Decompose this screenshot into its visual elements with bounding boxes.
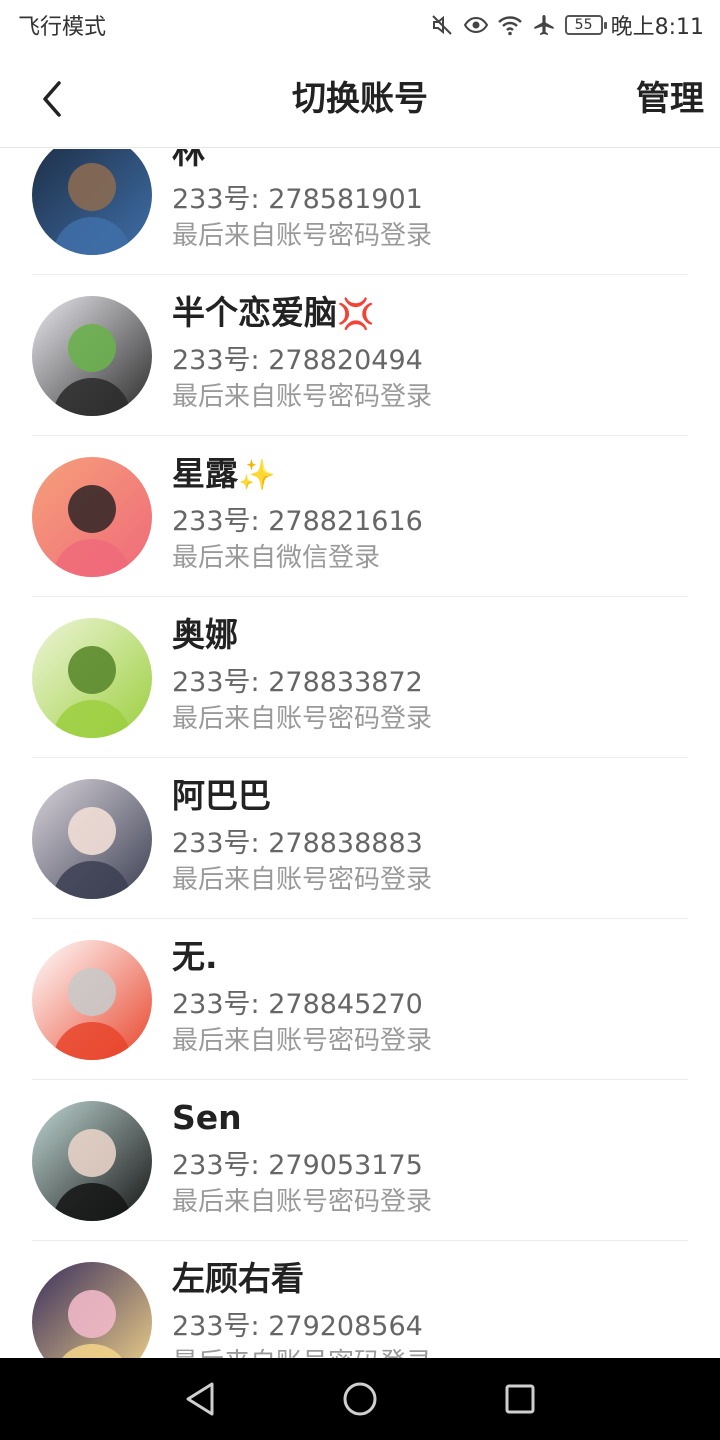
status-icons: 55 晚上8:11 <box>429 9 704 41</box>
account-id: 233号: 278821616 <box>172 506 423 537</box>
avatar <box>32 457 152 577</box>
account-name-text: 半个恋爱脑 <box>172 293 337 332</box>
account-item[interactable]: 阿巴巴 233号: 278838883 最后来自账号密码登录 <box>0 758 720 919</box>
nav-recents-button[interactable] <box>490 1369 550 1429</box>
account-id: 233号: 278581901 <box>172 184 423 215</box>
account-name: 林 <box>172 149 205 176</box>
account-name-emoji: 💢 <box>337 297 375 332</box>
mute-icon <box>429 12 455 38</box>
account-name-emoji: ✨ <box>238 458 276 493</box>
account-item[interactable]: 左顾右看 233号: 279208564 最后来自账号密码登录 <box>0 1241 720 1358</box>
login-source: 最后来自账号密码登录 <box>172 221 433 251</box>
login-source: 最后来自账号密码登录 <box>172 865 433 895</box>
account-item[interactable]: 星露✨ 233号: 278821616 最后来自微信登录 <box>0 436 720 597</box>
screen: 飞行模式 55 晚上8:11 切换账号 管理 林 233号: 278581901… <box>0 0 720 1440</box>
header: 切换账号 管理 <box>0 50 720 148</box>
status-time: 晚上8:11 <box>610 15 704 40</box>
account-name: Sen <box>172 1096 242 1142</box>
account-item[interactable]: 奥娜 233号: 278833872 最后来自账号密码登录 <box>0 597 720 758</box>
system-nav-bar <box>0 1358 720 1440</box>
account-id: 233号: 278833872 <box>172 667 423 698</box>
avatar <box>32 149 152 255</box>
login-source: 最后来自账号密码登录 <box>172 704 433 734</box>
recents-square-icon <box>505 1384 535 1414</box>
avatar <box>32 296 152 416</box>
login-source: 最后来自账号密码登录 <box>172 382 433 412</box>
manage-button[interactable]: 管理 <box>636 50 704 148</box>
nav-back-button[interactable] <box>170 1369 230 1429</box>
account-item[interactable]: 半个恋爱脑💢 233号: 278820494 最后来自账号密码登录 <box>0 275 720 436</box>
account-name-text: 无. <box>172 937 218 976</box>
account-id: 233号: 278838883 <box>172 828 423 859</box>
page-title: 切换账号 <box>292 79 428 119</box>
account-name-text: 左顾右看 <box>172 1259 304 1298</box>
avatar <box>32 1262 152 1358</box>
wifi-icon <box>497 12 523 38</box>
eye-icon <box>463 12 489 38</box>
account-name: 半个恋爱脑💢 <box>172 291 374 337</box>
account-item[interactable]: 无. 233号: 278845270 最后来自账号密码登录 <box>0 919 720 1080</box>
avatar <box>32 618 152 738</box>
account-list: 林 233号: 278581901 最后来自账号密码登录 半个恋爱脑💢 233号: 27… <box>0 149 720 1358</box>
avatar <box>32 940 152 1060</box>
airplane-icon <box>531 12 557 38</box>
home-circle-icon <box>343 1382 377 1416</box>
account-id: 233号: 278845270 <box>172 989 423 1020</box>
back-triangle-icon <box>186 1382 214 1416</box>
status-mode: 飞行模式 <box>18 15 107 40</box>
account-id: 233号: 279053175 <box>172 1150 423 1181</box>
account-name-text: 阿巴巴 <box>172 776 271 815</box>
account-name: 无. <box>172 935 218 981</box>
login-source: 最后来自账号密码登录 <box>172 1026 433 1056</box>
account-name: 奥娜 <box>172 613 238 659</box>
account-item[interactable]: 林 233号: 278581901 最后来自账号密码登录 <box>0 149 720 275</box>
account-name: 阿巴巴 <box>172 774 271 820</box>
account-name-text: 奥娜 <box>172 615 238 654</box>
nav-home-button[interactable] <box>330 1369 390 1429</box>
account-name: 星露✨ <box>172 452 275 498</box>
login-source: 最后来自账号密码登录 <box>172 1187 433 1217</box>
account-item[interactable]: Sen 233号: 279053175 最后来自账号密码登录 <box>0 1080 720 1241</box>
status-bar: 飞行模式 55 晚上8:11 <box>0 0 720 50</box>
account-list-viewport[interactable]: 林 233号: 278581901 最后来自账号密码登录 半个恋爱脑💢 233号: 27… <box>0 149 720 1358</box>
login-source: 最后来自账号密码登录 <box>172 1345 432 1358</box>
account-name-text: 林 <box>172 149 205 171</box>
account-name-text: Sen <box>172 1098 242 1137</box>
battery-icon: 55 <box>564 15 607 35</box>
account-id: 233号: 278820494 <box>172 345 423 376</box>
account-name: 左顾右看 <box>172 1257 304 1303</box>
login-source: 最后来自微信登录 <box>172 543 381 573</box>
account-id: 233号: 279208564 <box>172 1311 423 1342</box>
avatar <box>32 1101 152 1221</box>
avatar <box>32 779 152 899</box>
account-name-text: 星露 <box>172 454 238 493</box>
